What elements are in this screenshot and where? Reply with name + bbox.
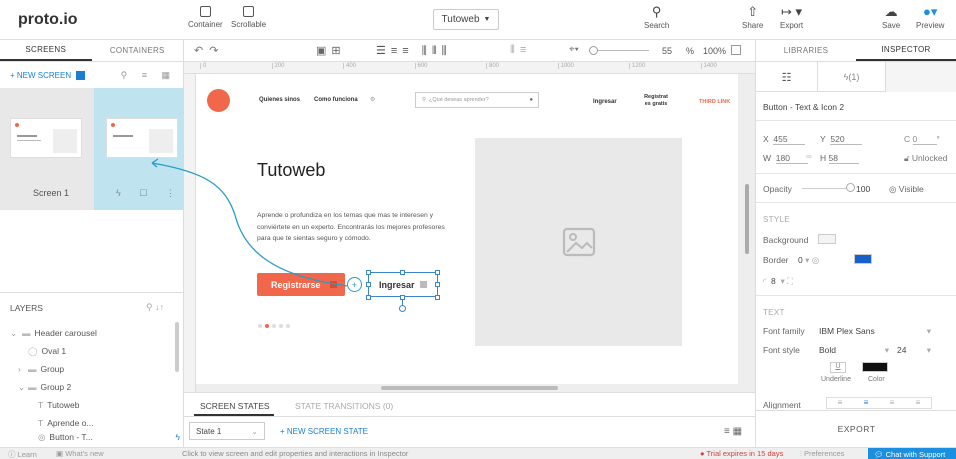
opacity-slider-handle[interactable]	[846, 183, 855, 192]
h-value: 58	[828, 153, 859, 164]
x-value: 455	[773, 134, 806, 145]
new-screen-state-button[interactable]: + NEW SCREEN STATE	[280, 427, 368, 436]
eye-icon: ◎	[889, 184, 897, 194]
font-style-label: Font style	[763, 345, 800, 355]
whats-new-label: What's new	[65, 449, 104, 458]
opacity-label: Opacity	[763, 184, 792, 194]
border-width-field[interactable]: 0 ▾ ◎	[798, 255, 819, 266]
radius-field[interactable]: ◜ 8 ▾ ⛶	[763, 276, 793, 287]
border-value: 0	[798, 255, 803, 265]
tab-state-transitions[interactable]: STATE TRANSITIONS (0)	[295, 401, 393, 411]
preferences-label: Preferences	[803, 449, 845, 458]
w-value: 180	[775, 153, 808, 164]
help-icon: ⓘ	[8, 450, 16, 459]
font-family-label: Font family	[763, 326, 805, 336]
font-size-value: 24	[897, 345, 907, 355]
lock-toggle[interactable]: 🔓︎ Unlocked	[904, 153, 947, 164]
h-label: H	[820, 153, 827, 163]
tab-screen-states[interactable]: SCREEN STATES	[200, 401, 270, 411]
alignment-label: Alignment	[763, 400, 801, 409]
text-color-swatch[interactable]	[862, 362, 888, 372]
interactions-count: (1)	[848, 72, 860, 82]
status-bar: ⓘ Learn ▣ What's new Click to view scree…	[0, 447, 956, 459]
y-field[interactable]: Y 520	[820, 134, 863, 145]
radius-icon: ◜	[763, 276, 767, 286]
border-label: Border	[763, 255, 789, 265]
opacity-value[interactable]: 100	[856, 184, 870, 194]
x-field[interactable]: X 455	[763, 134, 806, 145]
rotation-field[interactable]: C 0 °	[904, 134, 940, 145]
color-label: Color	[868, 376, 885, 383]
border-color-swatch[interactable]	[854, 254, 872, 264]
x-label: X	[763, 134, 769, 144]
text-header: TEXT	[763, 308, 785, 317]
export-button-panel[interactable]: EXPORT	[756, 410, 956, 447]
font-family-select[interactable]: IBM Plex Sans ▾	[819, 326, 931, 337]
tab-libraries[interactable]: LIBRARIES	[756, 40, 856, 61]
status-hint: Click to view screen and edit properties…	[182, 449, 409, 458]
right-tabs: LIBRARIES INSPECTOR	[756, 40, 956, 62]
lock-icon: 🔓︎	[904, 153, 910, 163]
w-field[interactable]: W 180	[763, 153, 808, 164]
trial-label: Trial expires in 15 days	[706, 449, 784, 458]
h-field[interactable]: H 58	[820, 153, 859, 164]
underline-toggle[interactable]: U	[830, 362, 846, 373]
background-label: Background	[763, 235, 809, 245]
lock-label: Unlocked	[911, 153, 948, 163]
c-value: 0	[912, 134, 937, 145]
chevron-down-icon: ▾	[926, 345, 931, 355]
y-value: 520	[830, 134, 863, 145]
properties-tab-icon[interactable]: ☷	[756, 62, 818, 92]
sliders-icon: ⫶	[800, 449, 802, 458]
inspector-subtabs: ☷ ϟ (1)	[756, 62, 956, 92]
visible-toggle[interactable]: ◎ Visible	[889, 184, 924, 195]
state-select[interactable]: State 1 ⌄	[189, 422, 265, 440]
link-ratio-icon[interactable]: ∞	[806, 152, 812, 161]
opacity-slider[interactable]	[802, 188, 852, 189]
font-style-select[interactable]: Bold ▾	[819, 345, 889, 356]
interactions-tab[interactable]: ϟ (1)	[818, 62, 886, 92]
right-panel: LIBRARIES INSPECTOR ☷ ϟ (1) Button - Text…	[755, 40, 956, 447]
screen-states-panel: SCREEN STATES STATE TRANSITIONS (0) Stat…	[184, 392, 755, 447]
learn-label: Learn	[17, 450, 37, 459]
element-name-field[interactable]: Button - Text & Icon 2	[763, 102, 844, 112]
underline-label: Underline	[821, 376, 851, 383]
app-window: proto.io Container Scrollable Tutoweb ▼ ⚲…	[0, 0, 956, 459]
chat-support-button[interactable]: 💬︎ Chat with Support	[868, 448, 956, 459]
font-size-select[interactable]: 24 ▾	[897, 345, 931, 356]
y-label: Y	[820, 134, 826, 144]
state-select-value: State 1	[196, 426, 222, 436]
background-swatch[interactable]	[818, 234, 836, 244]
style-header: STYLE	[763, 215, 790, 224]
w-label: W	[763, 153, 772, 163]
chevron-down-icon: ▾	[884, 345, 889, 355]
learn-link[interactable]: ⓘ Learn	[8, 449, 37, 459]
font-style-value: Bold	[819, 345, 837, 355]
gift-icon: ▣	[56, 449, 64, 458]
alert-icon: ●	[700, 449, 705, 458]
chevron-down-icon: ▾	[926, 326, 931, 336]
chat-icon: 💬︎	[874, 449, 884, 459]
font-family-value: IBM Plex Sans	[819, 326, 875, 336]
c-label: C	[904, 134, 911, 144]
whats-new-link[interactable]: ▣ What's new	[56, 449, 104, 458]
alignment-buttons[interactable]: ≡ ≡ ≡ ≡	[826, 397, 932, 409]
chevron-down-icon: ⌄	[251, 426, 258, 436]
tab-inspector[interactable]: INSPECTOR	[856, 40, 956, 61]
preferences-link[interactable]: ⫶ Preferences	[800, 449, 844, 459]
state-view-icons[interactable]: ≡ ▦	[724, 426, 742, 437]
chat-label: Chat with Support	[885, 449, 946, 459]
visible-label: Visible	[898, 184, 924, 194]
trial-notice[interactable]: ● Trial expires in 15 days	[700, 449, 783, 458]
radius-value: 8	[771, 276, 776, 286]
